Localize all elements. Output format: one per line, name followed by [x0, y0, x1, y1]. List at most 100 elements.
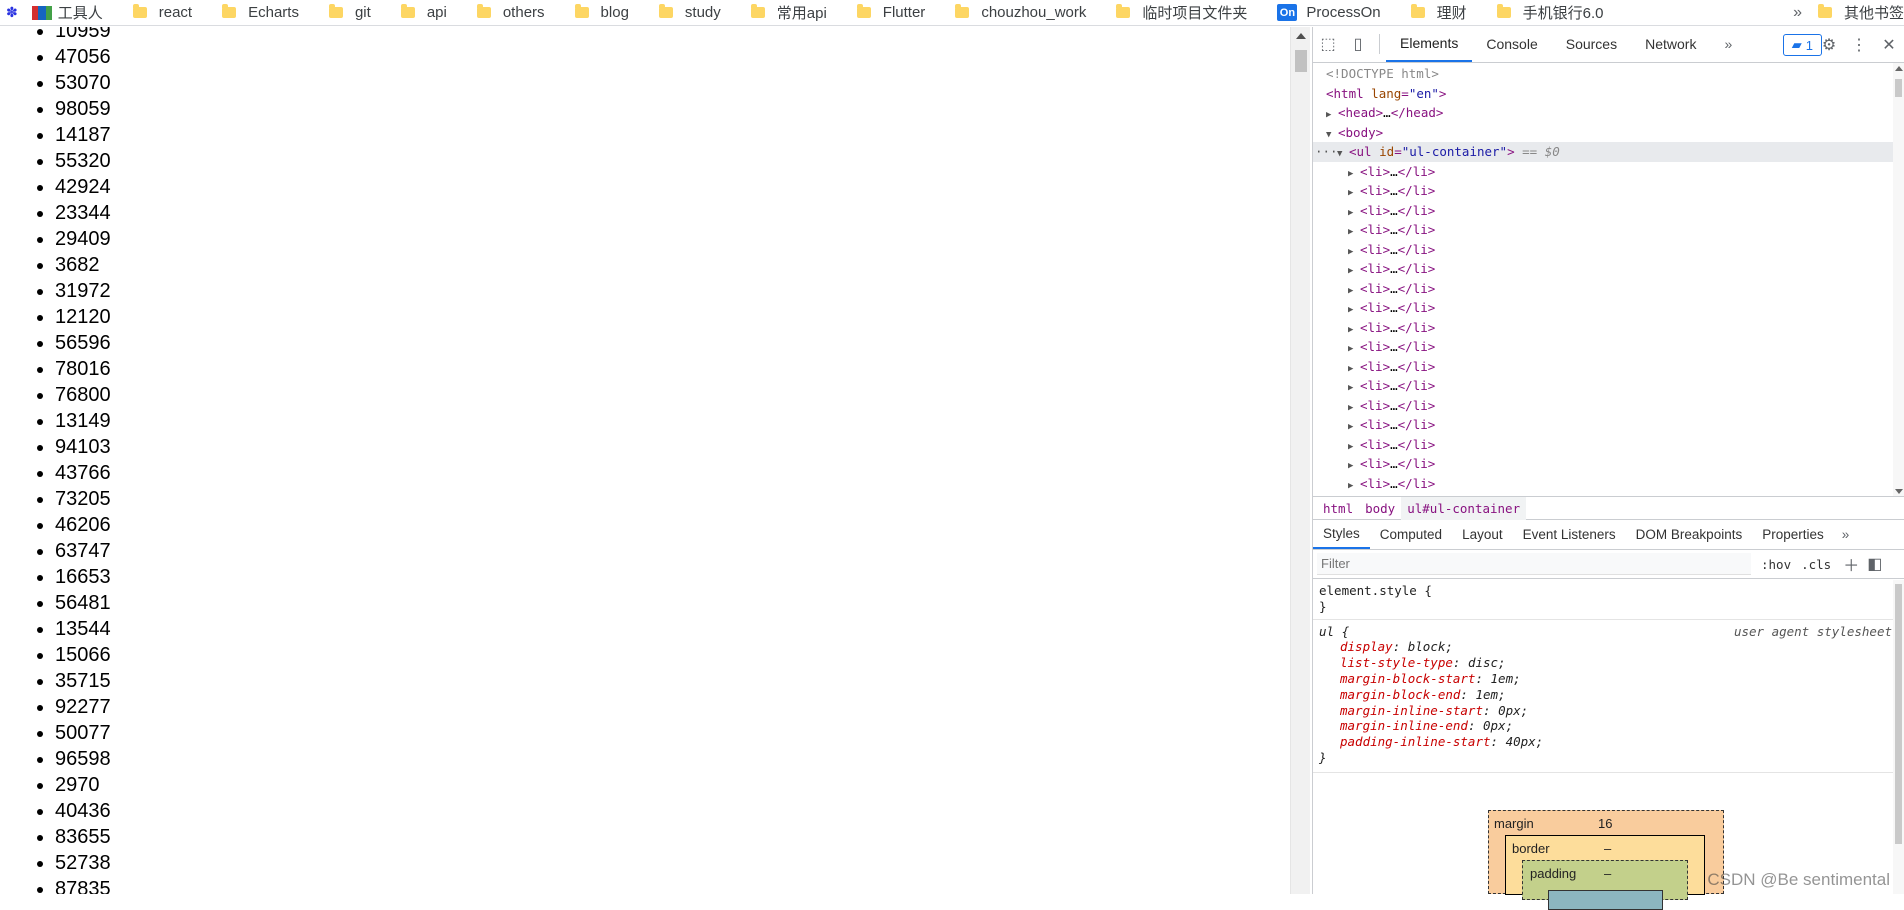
css-property[interactable]: padding-inline-start: 40px; [1319, 734, 1898, 750]
bookmark-item[interactable]: 临时项目文件夹 [1110, 0, 1271, 26]
dom-li-line[interactable]: ▶<li>…</li> [1313, 415, 1904, 435]
dom-body-line[interactable]: ▼<body> [1313, 123, 1904, 143]
page-scrollbar[interactable] [1290, 27, 1310, 894]
subtab-event-listeners[interactable]: Event Listeners [1513, 519, 1626, 549]
bookmark-label: git [355, 4, 371, 21]
dom-ul-line-selected[interactable]: ···▼<ul id="ul-container"> == $0 [1313, 142, 1904, 162]
li-close-open: </ [1398, 261, 1413, 276]
bookmark-item[interactable]: study [653, 0, 745, 26]
element-style-rule[interactable]: element.style { } [1313, 579, 1904, 620]
dom-li-line[interactable]: ▶<li>…</li> [1313, 337, 1904, 357]
dom-li-line[interactable]: ▶<li>…</li> [1313, 318, 1904, 338]
styles-scrollbar-thumb[interactable] [1895, 584, 1902, 844]
bookmark-item[interactable]: OnProcessOn [1271, 0, 1404, 26]
bookmark-item[interactable]: Flutter [851, 0, 950, 26]
bookmark-item[interactable]: Echarts [216, 0, 323, 26]
settings-gear-icon[interactable]: ⚙ [1814, 27, 1844, 63]
tab-console[interactable]: Console [1472, 26, 1551, 62]
li-ellipsis: … [1390, 261, 1398, 276]
ul-style-rule[interactable]: ul { user agent stylesheet display: bloc… [1313, 620, 1904, 773]
subtab-dom-breakpoints[interactable]: DOM Breakpoints [1626, 519, 1753, 549]
dom-li-line[interactable]: ▶<li>…</li> [1313, 454, 1904, 474]
breadcrumb-item[interactable]: ul#ul-container [1401, 497, 1526, 520]
subtab-layout[interactable]: Layout [1452, 519, 1513, 549]
close-icon[interactable]: ✕ [1874, 27, 1904, 63]
dom-head-line[interactable]: ▶<head>…</head> [1313, 103, 1904, 123]
expand-triangle-icon[interactable]: ▶ [1348, 496, 1360, 497]
li-tag-name: li [1368, 437, 1383, 452]
more-tabs-button[interactable]: » [1710, 26, 1746, 62]
dom-li-line[interactable]: ▶<li>…</li> [1313, 298, 1904, 318]
bookmark-item[interactable]: git [323, 0, 395, 26]
dom-li-line[interactable]: ▶<li>…</li> [1313, 201, 1904, 221]
css-property[interactable]: margin-block-end: 1em; [1319, 687, 1898, 703]
bookmark-item[interactable]: 工具人 [26, 0, 127, 26]
bookmark-item[interactable]: api [395, 0, 471, 26]
cls-toggle[interactable]: .cls [1801, 557, 1831, 572]
elements-scrollbar-thumb[interactable] [1895, 79, 1902, 97]
styles-filter-input[interactable] [1317, 553, 1751, 575]
dom-li-line[interactable]: ▶<li>…</li> [1313, 181, 1904, 201]
dom-li-line[interactable]: ▶<li>…</li> [1313, 435, 1904, 455]
dom-li-line[interactable]: ▶<li>…</li> [1313, 240, 1904, 260]
dom-li-line[interactable]: ▶<li>…</li> [1313, 493, 1904, 497]
scroll-down-arrow-icon[interactable] [1895, 489, 1903, 494]
inspect-element-icon[interactable]: ⬚ [1313, 26, 1343, 62]
more-actions-icon[interactable]: ··· [1315, 142, 1338, 162]
elements-scrollbar[interactable] [1893, 63, 1904, 497]
css-property[interactable]: margin-block-start: 1em; [1319, 671, 1898, 687]
border-value[interactable]: – [1604, 841, 1611, 856]
dom-li-line[interactable]: ▶<li>…</li> [1313, 357, 1904, 377]
li-gt: > [1383, 222, 1391, 237]
bookmark-item[interactable]: 理财 [1405, 0, 1491, 26]
margin-label: margin [1494, 816, 1534, 831]
dom-li-line[interactable]: ▶<li>…</li> [1313, 279, 1904, 299]
bookmarks-more-button[interactable]: » [1783, 4, 1812, 22]
padding-value[interactable]: – [1604, 866, 1611, 881]
tab-elements[interactable]: Elements [1386, 26, 1472, 62]
subtab-styles[interactable]: Styles [1313, 519, 1370, 549]
dom-li-line[interactable]: ▶<li>…</li> [1313, 259, 1904, 279]
box-model-content[interactable] [1548, 890, 1663, 910]
device-toolbar-icon[interactable]: ▯ [1343, 26, 1373, 62]
subtab-computed[interactable]: Computed [1370, 519, 1452, 549]
dom-doctype-line[interactable]: <!DOCTYPE html> [1313, 64, 1904, 84]
dom-li-line[interactable]: ▶<li>…</li> [1313, 396, 1904, 416]
new-style-rule-icon[interactable]: ＋ [1843, 552, 1859, 576]
bookmark-item[interactable]: chouzhou_work [949, 0, 1110, 26]
indent [1313, 242, 1348, 257]
list-item: 96598 [55, 746, 1290, 772]
scroll-up-arrow-icon[interactable] [1296, 33, 1306, 39]
subtab-properties[interactable]: Properties [1752, 519, 1834, 549]
tab-network[interactable]: Network [1631, 26, 1710, 62]
toggle-sidebar-icon[interactable]: ◧ [1867, 554, 1882, 574]
hov-toggle[interactable]: :hov [1761, 557, 1791, 572]
dom-html-line[interactable]: <html lang="en"> [1313, 84, 1904, 104]
breadcrumb-item[interactable]: html [1317, 497, 1359, 520]
css-property[interactable]: display: block; [1319, 639, 1898, 655]
bookmark-item[interactable]: others [471, 0, 569, 26]
css-property[interactable]: list-style-type: disc; [1319, 655, 1898, 671]
more-subtabs-button[interactable]: » [1834, 519, 1858, 549]
styles-scrollbar[interactable] [1893, 580, 1904, 894]
bookmark-item[interactable]: blog [569, 0, 653, 26]
breadcrumb-item[interactable]: body [1359, 497, 1401, 520]
kebab-menu-icon[interactable]: ⋮ [1844, 27, 1874, 63]
css-property-value: 1em; [1491, 671, 1521, 686]
css-property[interactable]: margin-inline-start: 0px; [1319, 703, 1898, 719]
margin-value[interactable]: 16 [1598, 816, 1612, 831]
bookmark-baidu[interactable]: ✽ [0, 0, 26, 26]
dom-li-line[interactable]: ▶<li>…</li> [1313, 474, 1904, 494]
css-property[interactable]: margin-inline-end: 0px; [1319, 718, 1898, 734]
bookmark-item[interactable]: react [127, 0, 216, 26]
dom-li-line[interactable]: ▶<li>…</li> [1313, 220, 1904, 240]
bookmark-item[interactable]: 常用api [745, 0, 851, 26]
dom-li-line[interactable]: ▶<li>…</li> [1313, 376, 1904, 396]
tab-sources[interactable]: Sources [1552, 26, 1631, 62]
bookmark-item[interactable]: 手机银行6.0 [1491, 0, 1628, 26]
dom-li-line[interactable]: ▶<li>…</li> [1313, 162, 1904, 182]
other-bookmarks[interactable]: 其他书签 [1812, 0, 1904, 26]
page-scrollbar-thumb[interactable] [1295, 50, 1307, 72]
html-close-bracket: > [1439, 86, 1447, 101]
scroll-up-arrow-icon[interactable] [1895, 66, 1903, 71]
